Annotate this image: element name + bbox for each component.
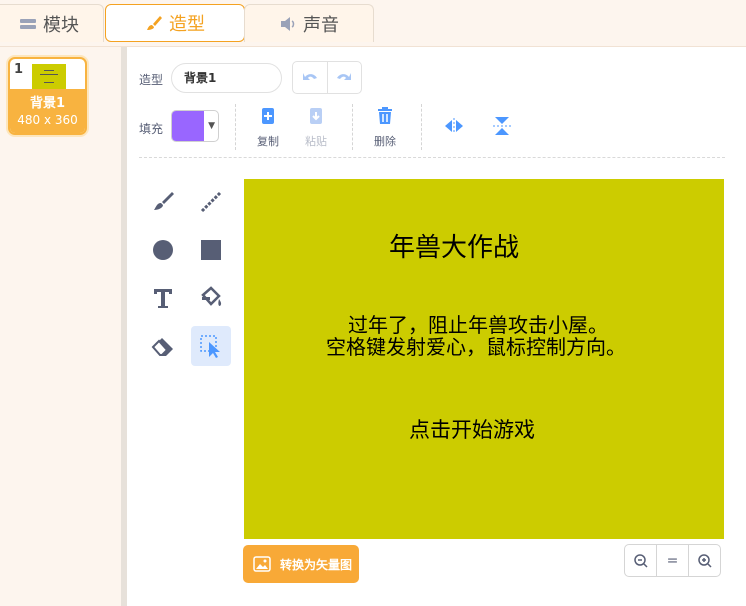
eraser-icon bbox=[151, 338, 173, 356]
costume-item[interactable]: 1 背景1 480 x 360 bbox=[8, 57, 87, 135]
delete-button[interactable]: 删除 bbox=[365, 106, 405, 149]
eraser-tool[interactable] bbox=[143, 326, 183, 366]
tab-sounds-label: 声音 bbox=[303, 14, 339, 36]
redo-button[interactable] bbox=[326, 62, 362, 93]
flip-horizontal-button[interactable] bbox=[434, 116, 474, 138]
costume-name-label: 造型 bbox=[139, 73, 164, 87]
rectangle-tool[interactable] bbox=[191, 230, 231, 270]
tab-sounds[interactable]: 声音 bbox=[244, 4, 374, 42]
flip-vertical-icon bbox=[493, 117, 511, 135]
undo-button[interactable] bbox=[293, 62, 327, 93]
fill-label: 填充 bbox=[139, 122, 164, 136]
zoom-controls: = bbox=[624, 544, 721, 577]
line-tool[interactable] bbox=[191, 182, 231, 222]
speaker-icon bbox=[279, 16, 297, 32]
brush-tool[interactable] bbox=[143, 182, 183, 222]
zoom-reset-button[interactable]: = bbox=[656, 545, 688, 576]
fill-color-swatch bbox=[172, 111, 204, 141]
paste-icon bbox=[310, 108, 322, 124]
costume-number: 1 bbox=[14, 62, 24, 77]
toolbar-divider bbox=[139, 157, 725, 158]
fill-color-picker[interactable]: ▼ bbox=[171, 110, 219, 142]
undo-icon bbox=[302, 72, 317, 80]
costume-label: 背景1 480 x 360 bbox=[10, 89, 85, 133]
canvas-instruction-line-2: 空格键发射爱心，鼠标控制方向。 bbox=[326, 335, 626, 359]
line-icon bbox=[200, 191, 222, 213]
text-tool[interactable] bbox=[143, 278, 183, 318]
rectangle-icon bbox=[201, 240, 221, 260]
fill-tool[interactable] bbox=[191, 278, 231, 318]
brush-icon bbox=[154, 192, 174, 210]
undo-redo-group bbox=[292, 61, 362, 94]
tab-code[interactable]: 模块 bbox=[0, 4, 104, 42]
circle-tool[interactable] bbox=[143, 230, 183, 270]
zoom-out-icon bbox=[633, 553, 648, 568]
delete-label: 删除 bbox=[374, 135, 396, 148]
brush-icon bbox=[145, 14, 163, 32]
costume-list: 1 背景1 480 x 360 bbox=[0, 47, 121, 606]
flip-horizontal-icon bbox=[445, 118, 463, 134]
select-cursor-icon bbox=[200, 335, 220, 358]
select-tool[interactable] bbox=[191, 326, 231, 366]
zoom-in-button[interactable] bbox=[688, 545, 720, 576]
tab-code-label: 模块 bbox=[43, 14, 79, 36]
canvas-start-text: 点击开始游戏 bbox=[409, 418, 535, 442]
costume-size: 480 x 360 bbox=[17, 113, 78, 127]
copy-button[interactable]: 复制 bbox=[248, 106, 288, 149]
chevron-down-icon: ▼ bbox=[208, 121, 215, 131]
costume-thumbnail bbox=[32, 64, 66, 90]
convert-to-vector-label: 转换为矢量图 bbox=[280, 557, 353, 572]
paint-bucket-icon bbox=[201, 286, 222, 306]
toolbar-separator bbox=[421, 104, 422, 150]
pane-divider bbox=[121, 47, 127, 606]
convert-to-vector-button[interactable]: 转换为矢量图 bbox=[243, 545, 359, 583]
toolbar-separator bbox=[352, 104, 353, 150]
zoom-in-icon bbox=[697, 553, 712, 568]
blocks-icon bbox=[19, 17, 37, 31]
editor-tab-bar: 模块 造型 声音 bbox=[0, 0, 746, 47]
paint-canvas[interactable]: 年兽大作战 过年了，阻止年兽攻击小屋。 空格键发射爱心，鼠标控制方向。 点击开始… bbox=[244, 179, 724, 539]
trash-icon bbox=[378, 107, 392, 124]
zoom-out-button[interactable] bbox=[625, 545, 656, 576]
tab-costumes-label: 造型 bbox=[169, 14, 205, 35]
redo-icon bbox=[337, 72, 352, 80]
flip-vertical-button[interactable] bbox=[482, 116, 522, 138]
copy-label: 复制 bbox=[257, 135, 279, 148]
text-icon bbox=[154, 289, 172, 308]
costume-name: 背景1 bbox=[29, 96, 66, 111]
tab-costumes[interactable]: 造型 bbox=[105, 4, 245, 42]
copy-icon bbox=[262, 108, 274, 124]
canvas-title-text: 年兽大作战 bbox=[389, 233, 520, 263]
paste-button[interactable]: 粘贴 bbox=[296, 106, 336, 149]
circle-icon bbox=[153, 240, 173, 260]
toolbar-separator bbox=[235, 104, 236, 150]
image-icon bbox=[253, 556, 271, 572]
paste-label: 粘贴 bbox=[305, 135, 327, 148]
costume-name-input[interactable]: 背景1 bbox=[171, 63, 282, 93]
